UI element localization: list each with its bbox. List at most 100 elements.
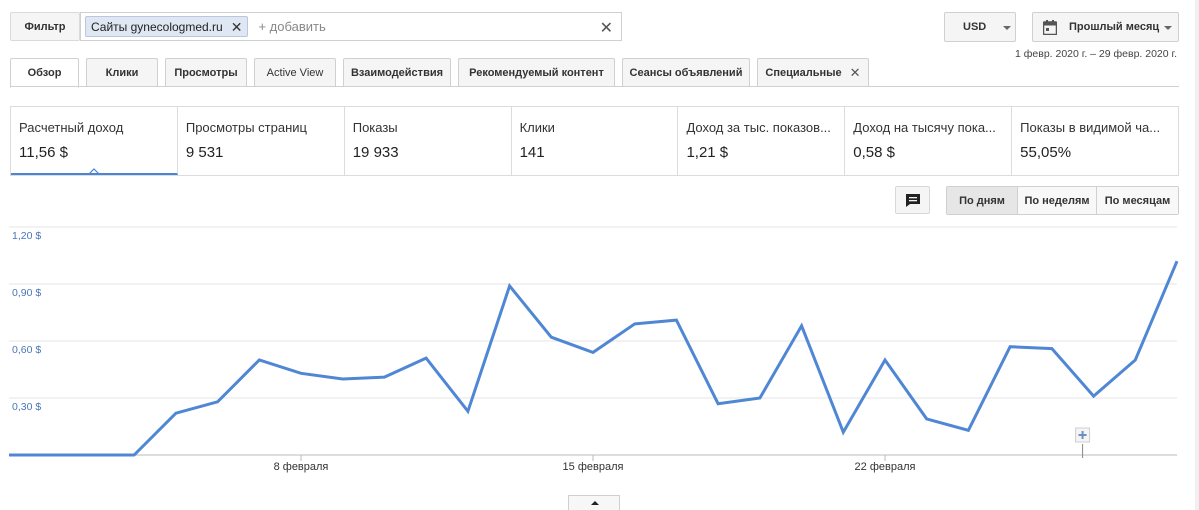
data-point[interactable]	[298, 370, 304, 376]
comment-icon	[905, 193, 920, 207]
tab-active-view[interactable]: Active View	[254, 58, 336, 87]
by-day-button[interactable]: По дням	[947, 187, 1018, 214]
data-point[interactable]	[882, 357, 888, 363]
metric-value: 11,56 $	[19, 144, 68, 161]
filter-button[interactable]: Фильтр	[10, 12, 80, 41]
data-point[interactable]	[423, 355, 429, 361]
data-point[interactable]	[173, 410, 179, 416]
tab-label: Специальные	[765, 66, 842, 79]
metric-value: 0,58 $	[853, 144, 896, 161]
metric-card-rpm-pages[interactable]: Доход на тысячу пока... 0,58 $	[845, 107, 1013, 175]
tab-label: Рекомендуемый контент	[469, 66, 604, 79]
data-point[interactable]	[89, 452, 95, 458]
chevron-down-icon	[1003, 26, 1011, 30]
data-point[interactable]	[632, 321, 638, 327]
currency-dropdown[interactable]: USD	[944, 12, 1016, 42]
tabs-divider	[10, 86, 1179, 87]
tab-clicks[interactable]: Клики	[86, 58, 158, 87]
period-label: Прошлый месяц	[1069, 21, 1160, 33]
tab-custom[interactable]: Специальные ✕	[757, 58, 869, 87]
data-point[interactable]	[924, 416, 930, 422]
tab-views[interactable]: Просмотры	[165, 58, 247, 87]
plus-icon	[1081, 431, 1084, 439]
metrics-row: Расчетный доход 11,56 $ Просмотры страни…	[10, 106, 1179, 176]
tab-label: Active View	[266, 66, 324, 79]
metric-label: Доход за тыс. показов...	[686, 120, 831, 135]
y-tick-label: 0,90 $	[12, 287, 41, 299]
data-point[interactable]	[131, 452, 137, 458]
metric-value: 19 933	[352, 144, 399, 161]
metric-value: 55,05%	[1020, 144, 1072, 161]
metric-value: 9 531	[185, 144, 224, 161]
by-week-button[interactable]: По неделям	[1018, 187, 1097, 214]
tab-overview[interactable]: Обзор	[10, 58, 79, 88]
metric-card-rpm-impressions[interactable]: Доход за тыс. показов... 1,21 $	[678, 107, 846, 175]
chevron-up-icon	[591, 501, 599, 505]
tab-label: Клики	[105, 66, 139, 79]
data-point[interactable]	[1174, 258, 1180, 264]
data-point[interactable]	[465, 408, 471, 414]
scrollbar[interactable]	[1195, 0, 1199, 510]
y-tick-label: 0,30 $	[12, 401, 41, 413]
currency-label: USD	[963, 21, 987, 33]
metric-label: Расчетный доход	[19, 120, 124, 135]
data-point[interactable]	[381, 374, 387, 380]
date-range: 1 февр. 2020 г. – 29 февр. 2020 г.	[1015, 48, 1177, 60]
metric-card-estimated-earnings[interactable]: Расчетный доход 11,56 $	[11, 107, 178, 175]
data-point[interactable]	[340, 376, 346, 382]
filter-chip-label: Сайты gynecologmed.ru	[91, 19, 223, 34]
data-point[interactable]	[673, 317, 679, 323]
granularity-toggle: По дням По неделям По месяцам	[946, 186, 1179, 215]
expand-chart-button[interactable]	[568, 495, 620, 510]
x-tick-label: 22 февраля	[855, 461, 916, 473]
tab-interactions[interactable]: Взаимодействия	[343, 58, 451, 87]
data-point[interactable]	[48, 452, 54, 458]
report-tabs: Обзор Клики Просмотры Active View Взаимо…	[10, 58, 876, 88]
tab-label: Взаимодействия	[350, 66, 444, 79]
metric-card-page-views[interactable]: Просмотры страниц 9 531	[178, 107, 345, 175]
data-point[interactable]	[799, 323, 805, 329]
data-point[interactable]	[215, 399, 221, 405]
metric-card-viewability[interactable]: Показы в видимой ча... 55,05%	[1012, 107, 1178, 175]
data-point[interactable]	[1132, 357, 1138, 363]
close-icon[interactable]: ✕	[231, 20, 243, 34]
data-point[interactable]	[507, 283, 513, 289]
calendar-icon	[1043, 20, 1057, 35]
metric-label: Просмотры страниц	[185, 120, 307, 135]
metric-value: 1,21 $	[686, 144, 729, 161]
y-tick-label: 1,20 $	[12, 230, 41, 242]
period-dropdown[interactable]: Прошлый месяц	[1032, 12, 1179, 42]
data-point[interactable]	[256, 357, 262, 363]
earnings-line-chart: 1,20 $ 0,90 $ 0,60 $ 0,30 $ 8 февраля 15 февр…	[6, 226, 1180, 473]
data-point[interactable]	[715, 401, 721, 407]
close-icon[interactable]: ✕	[850, 65, 861, 81]
annotations-button[interactable]	[895, 186, 930, 214]
data-point[interactable]	[548, 334, 554, 340]
metric-card-clicks[interactable]: Клики 141	[512, 107, 679, 175]
data-point[interactable]	[590, 349, 596, 355]
data-point[interactable]	[1091, 393, 1097, 399]
data-point[interactable]	[1049, 346, 1055, 352]
tab-ad-sessions[interactable]: Сеансы объявлений	[622, 58, 750, 87]
data-point[interactable]	[965, 427, 971, 433]
add-filter-input[interactable]: + добавить	[258, 19, 325, 34]
metric-value: 141	[519, 144, 545, 161]
metric-card-impressions[interactable]: Показы 19 933	[345, 107, 512, 175]
selected-pointer-icon	[89, 168, 99, 173]
metric-label: Показы	[352, 120, 398, 135]
tab-label: Просмотры	[174, 66, 238, 79]
filter-chip: Сайты gynecologmed.ru ✕	[85, 16, 249, 37]
data-point[interactable]	[757, 395, 763, 401]
filter-input-box[interactable]: Сайты gynecologmed.ru ✕ + добавить ✕	[80, 12, 622, 41]
by-month-button[interactable]: По месяцам	[1097, 187, 1178, 214]
data-point[interactable]	[840, 429, 846, 435]
data-point[interactable]	[1007, 344, 1013, 350]
tab-recommended-content[interactable]: Рекомендуемый контент	[458, 58, 615, 87]
data-point[interactable]	[6, 452, 12, 458]
clear-filter-icon[interactable]: ✕	[600, 18, 613, 38]
metric-label: Показы в видимой ча...	[1020, 120, 1161, 135]
metric-label: Доход на тысячу пока...	[853, 120, 996, 135]
chevron-down-icon	[1164, 26, 1172, 30]
tab-label: Сеансы объявлений	[629, 66, 743, 79]
metric-label: Клики	[519, 120, 555, 135]
